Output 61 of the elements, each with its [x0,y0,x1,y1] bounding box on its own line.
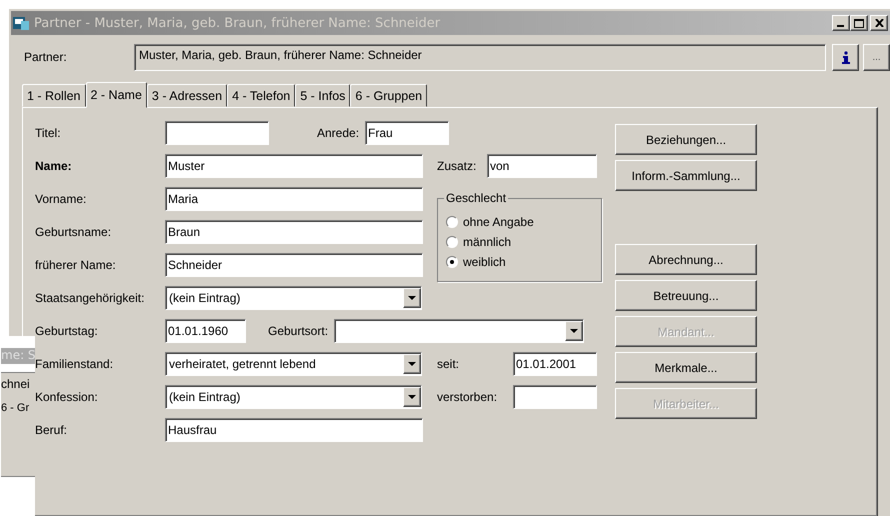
tab[interactable]: 6 - Gruppen [350,84,428,107]
radio-option[interactable]: ohne Angabe [446,213,601,231]
radio-option[interactable]: weiblich [446,253,601,271]
field-label: Anrede: [317,126,360,140]
text-field[interactable]: Schneider [165,252,423,276]
info-button[interactable] [832,44,859,70]
dialog-button[interactable]: Abrechnung... [615,244,757,275]
partner-field: Muster, Maria, geb. Braun, früherer Name: Schneider [134,44,826,70]
tab[interactable]: 4 - Telefon [227,84,296,107]
dialog-button[interactable]: Inform.-Sammlung... [615,160,757,191]
more-button[interactable]: ... [863,44,890,70]
dropdown-field[interactable]: (kein Eintrag) [165,286,422,310]
text-field[interactable] [513,384,597,408]
field-label: Partner: [24,50,67,64]
dialog-button[interactable]: Merkmale... [615,352,757,383]
field-label: Geburtsname: [35,224,112,238]
tab[interactable]: 3 - Adressen [146,84,228,107]
field-label: Staatsangehörigkeit: [35,290,146,304]
dropdown-field[interactable]: verheiratet, getrennt lebend [165,352,422,376]
group-title: Geschlecht [444,191,508,205]
field-label: früherer Name: [35,258,117,272]
dropdown-field[interactable]: (kein Eintrag) [165,384,422,408]
radio-option[interactable]: männlich [446,233,601,251]
text-field[interactable]: von [487,154,597,178]
field-label: Beruf: [35,422,68,436]
maximize-button[interactable] [850,15,868,31]
field-label: verstorben: [437,390,498,404]
field-label: Zusatz: [437,158,476,172]
dialog-button[interactable]: Betreuung... [615,280,757,311]
radio-button[interactable] [446,216,458,228]
text-field[interactable]: Muster [165,154,423,178]
text-field[interactable]: 01.01.2001 [513,352,597,376]
radio-button[interactable] [446,236,458,248]
window-title: me: S [1,348,35,364]
tab[interactable]: 1 - Rollen [22,84,86,107]
window-title: Partner - Muster, Maria, geb. Braun, früherer Name: Schneider [34,16,442,30]
radio-button[interactable] [446,256,458,268]
text-field[interactable]: 01.01.1960 [165,318,246,342]
field-label: Konfession: [35,390,99,404]
field-label: Titel: [35,126,62,140]
app-icon [13,16,29,30]
tab[interactable]: 5 - Infos [295,84,350,107]
field-label: Vorname: [35,192,88,206]
field-label: Familienstand: [35,356,114,370]
text-field[interactable]: Frau [365,120,450,144]
close-button[interactable] [870,15,888,31]
field-label: Geburtsort: [268,324,328,338]
text-field[interactable]: Hausfrau [165,418,423,442]
text-field[interactable]: Braun [165,220,423,244]
tab[interactable]: 2 - Name [86,82,147,108]
info-icon [842,50,850,64]
maximize-icon [854,18,864,28]
field-label: Name: [35,158,73,172]
field-label: Geburtstag: [35,324,99,338]
close-icon [874,19,884,27]
dropdown-field[interactable] [334,318,584,342]
field-label: seit: [437,356,460,370]
dialog-button[interactable]: Beziehungen... [615,124,757,155]
text-field[interactable] [165,120,269,144]
text-field[interactable]: Maria [165,186,423,210]
minimize-button[interactable] [832,15,850,31]
